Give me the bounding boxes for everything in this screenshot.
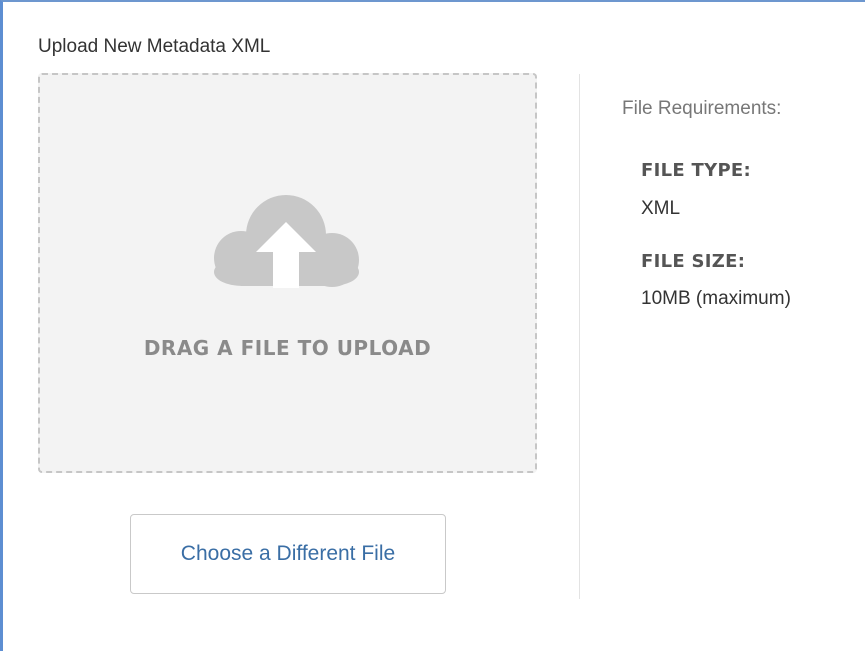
- requirements-heading: File Requirements:: [622, 98, 782, 119]
- choose-different-file-button[interactable]: Choose a Different File: [130, 514, 446, 594]
- dropzone-label: DRAG A FILE TO UPLOAD: [143, 336, 432, 360]
- file-size-value: 10MB (maximum): [641, 288, 791, 309]
- file-size-label: FILE SIZE:: [641, 251, 746, 272]
- cloud-upload-icon: [214, 195, 359, 288]
- file-type-label: FILE TYPE:: [641, 160, 752, 181]
- column-divider: [579, 74, 580, 599]
- upload-panel: Upload New Metadata XML DRAG A FILE TO U…: [0, 0, 865, 651]
- section-title: Upload New Metadata XML: [38, 36, 271, 57]
- file-type-value: XML: [641, 198, 681, 219]
- file-dropzone[interactable]: DRAG A FILE TO UPLOAD: [38, 73, 537, 473]
